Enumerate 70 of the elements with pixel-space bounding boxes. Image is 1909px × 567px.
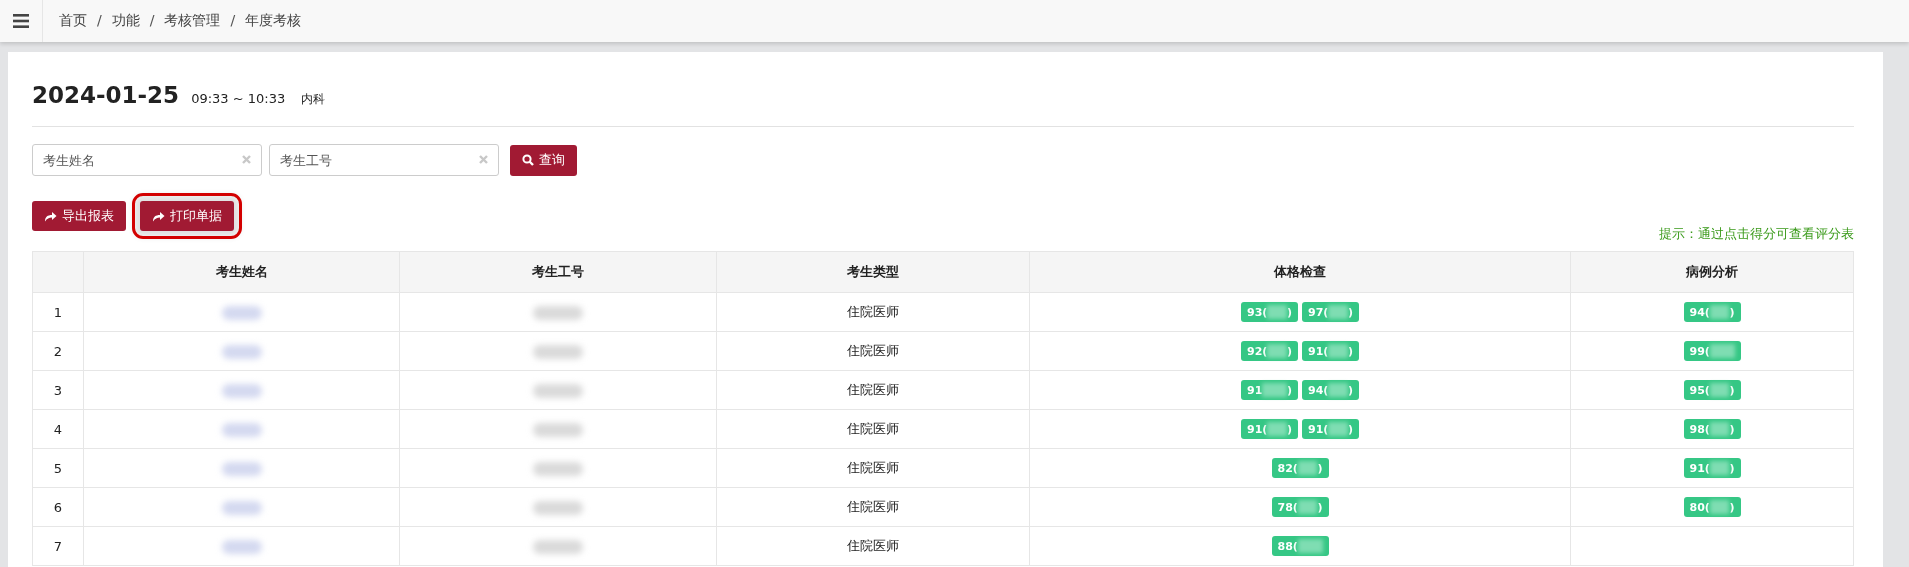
- column-header: 考生姓名: [83, 251, 400, 293]
- hint-text: 提示：通过点击得分可查看评分表: [1659, 225, 1854, 243]
- redacted-text: [533, 422, 583, 437]
- column-header: 病例分析: [1570, 251, 1854, 293]
- menu-icon[interactable]: [13, 14, 29, 28]
- breadcrumb-separator: /: [97, 12, 102, 30]
- redacted-text: [221, 539, 262, 554]
- score-badge[interactable]: 91( ): [1241, 419, 1298, 439]
- score-badge[interactable]: 91( ): [1302, 341, 1359, 361]
- table-cell: 住院医师: [716, 526, 1030, 566]
- score-badge[interactable]: 91( ): [1683, 458, 1741, 478]
- redacted-text: [221, 383, 262, 398]
- redacted-text: [533, 461, 583, 476]
- score-badge[interactable]: 80( ): [1683, 497, 1741, 517]
- redacted-text: [533, 383, 583, 398]
- score-badge[interactable]: 94( ): [1683, 302, 1741, 322]
- redacted-text: [221, 305, 262, 320]
- score-badge[interactable]: 97( ): [1302, 302, 1359, 322]
- search-button[interactable]: 查询: [510, 144, 577, 176]
- score-badge[interactable]: 93( ): [1241, 302, 1298, 322]
- score-badge[interactable]: 82( ): [1271, 458, 1329, 478]
- table-cell: 2: [32, 331, 84, 371]
- score-badge[interactable]: 91 ): [1241, 380, 1298, 400]
- score-badge[interactable]: 94( ): [1302, 380, 1359, 400]
- table-cell: 1: [32, 292, 84, 332]
- score-badge[interactable]: 95( ): [1683, 380, 1741, 400]
- redacted-text: [221, 461, 262, 476]
- table-cell: 3: [32, 370, 84, 410]
- score-badge[interactable]: 99(: [1683, 341, 1741, 361]
- table-cell: 住院医师: [716, 292, 1030, 332]
- search-icon: [522, 154, 534, 166]
- input-field[interactable]: 考生姓名: [32, 144, 262, 176]
- table-cell: 7: [32, 526, 84, 566]
- redacted-text: [533, 305, 583, 320]
- input-field[interactable]: 考生工号: [269, 144, 499, 176]
- column-header: 考生类型: [716, 251, 1030, 293]
- table-cell: 4: [32, 409, 84, 449]
- redacted-text: [221, 344, 262, 359]
- table-cell: 5: [32, 448, 84, 488]
- table-cell: 住院医师: [716, 331, 1030, 371]
- breadcrumb-separator: /: [230, 12, 236, 30]
- column-header: 考生工号: [399, 251, 717, 293]
- breadcrumb-link[interactable]: 考核管理: [164, 12, 221, 30]
- table-cell: 住院医师: [716, 409, 1030, 449]
- action-button[interactable]: 导出报表: [32, 201, 126, 231]
- table-cell: 住院医师: [716, 448, 1030, 488]
- score-badge[interactable]: 98( ): [1683, 419, 1741, 439]
- column-header: 体格检查: [1029, 251, 1571, 293]
- clear-icon[interactable]: [242, 155, 251, 164]
- score-badge[interactable]: 78( ): [1271, 497, 1329, 517]
- redacted-text: [221, 422, 262, 437]
- breadcrumb-link[interactable]: 首页: [59, 12, 87, 30]
- score-badge[interactable]: 88(: [1271, 536, 1329, 556]
- exam-time: 09:33 ~ 10:33: [191, 91, 286, 106]
- redacted-text: [533, 500, 583, 515]
- breadcrumb-link[interactable]: 功能: [111, 12, 140, 30]
- table-cell: 住院医师: [716, 487, 1030, 527]
- score-badge[interactable]: 92( ): [1241, 341, 1298, 361]
- redacted-text: [533, 344, 583, 359]
- score-badge[interactable]: 91( ): [1302, 419, 1359, 439]
- redacted-text: [533, 539, 583, 554]
- clear-icon[interactable]: [479, 155, 488, 164]
- department-label: 内科: [301, 91, 326, 108]
- exam-date: 2024-01-25: [32, 82, 180, 108]
- share-arrow-icon: [44, 210, 57, 222]
- table-cell: 住院医师: [716, 370, 1030, 410]
- share-arrow-icon: [152, 210, 165, 222]
- breadcrumb-separator: /: [149, 12, 155, 30]
- table-cell: 6: [32, 487, 84, 527]
- redacted-text: [221, 500, 262, 515]
